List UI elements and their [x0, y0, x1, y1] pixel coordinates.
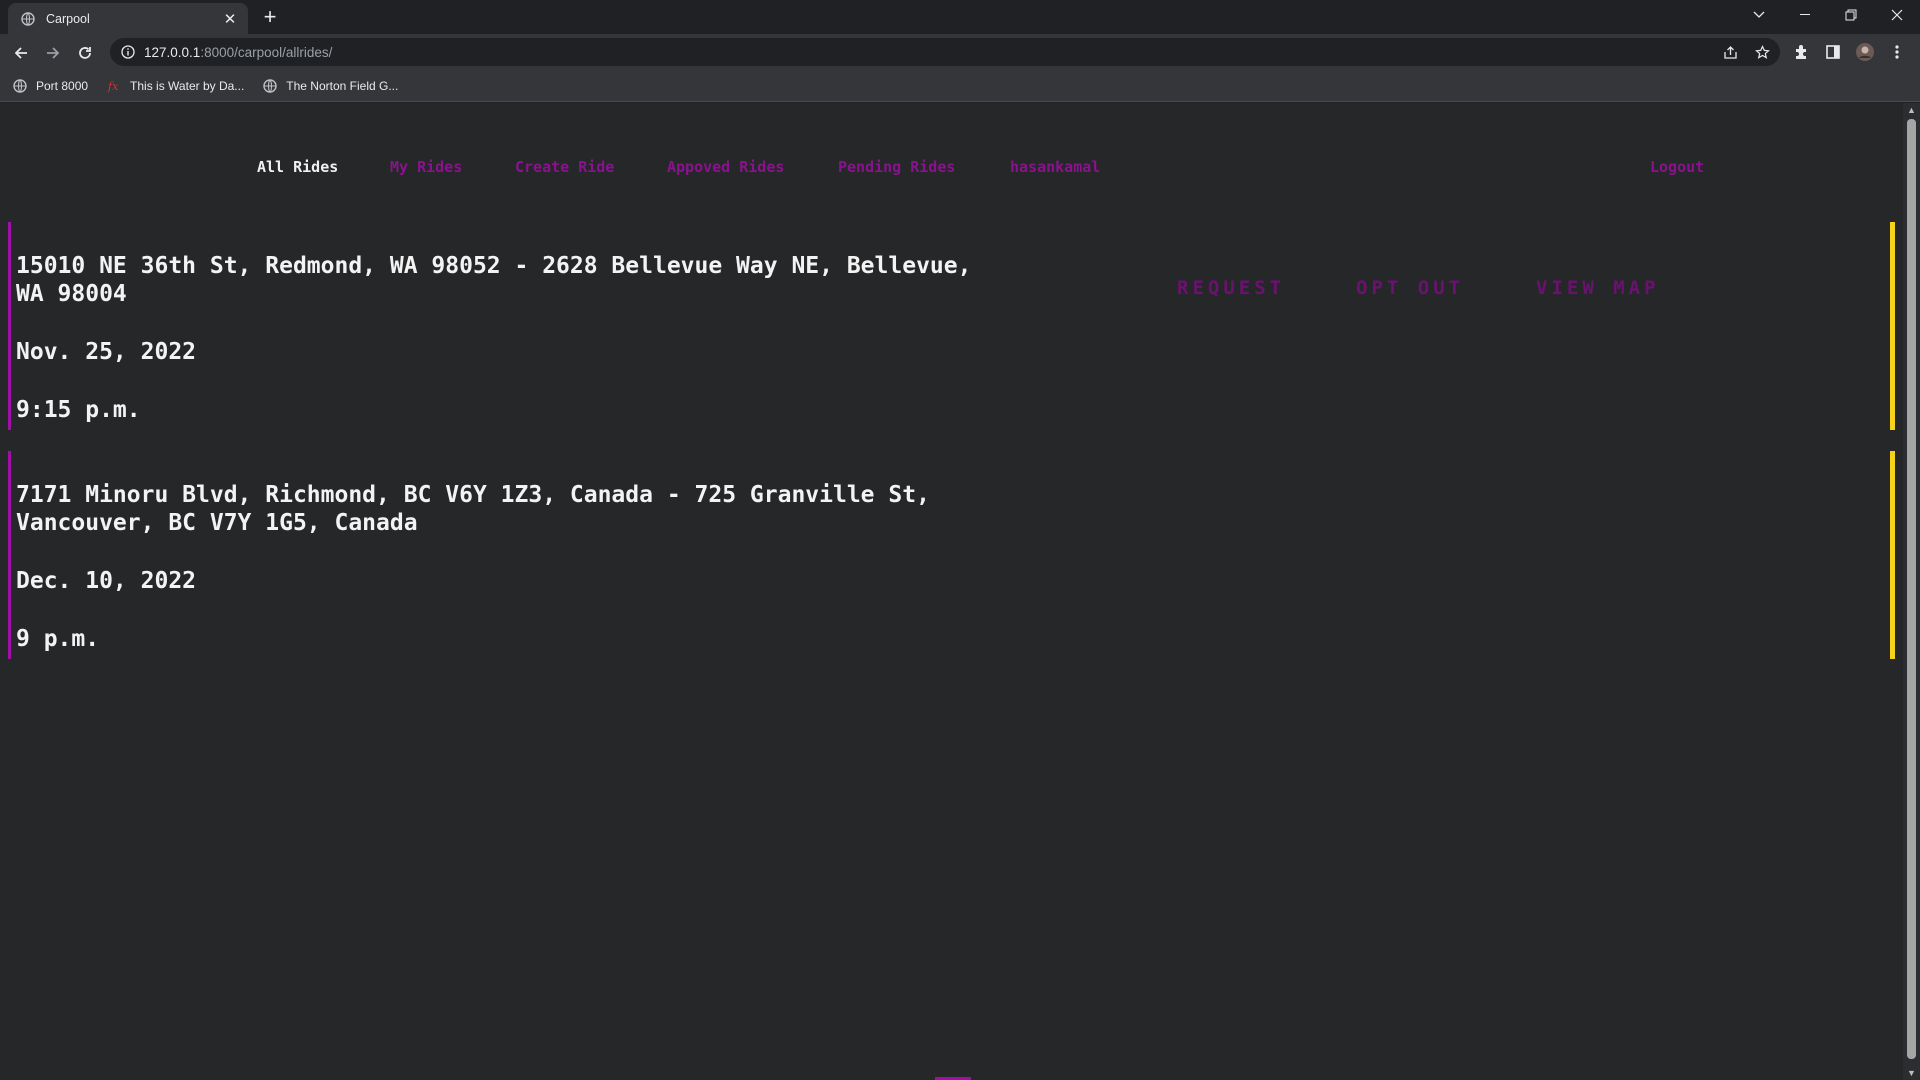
ride-date: Nov. 25, 2022 — [16, 339, 197, 365]
ride-card-left-border — [8, 222, 11, 430]
opt-out-button[interactable]: OPT OUT — [1356, 277, 1464, 299]
bookmark-item[interactable]: Port 8000 — [12, 78, 88, 94]
minimize-icon[interactable] — [1782, 0, 1828, 30]
nav-approved-rides[interactable]: Appoved Rides — [667, 158, 784, 176]
bookmark-label: This is Water by Da... — [130, 78, 245, 93]
star-icon[interactable] — [1754, 44, 1770, 60]
scrollbar-thumb[interactable] — [1907, 119, 1916, 1059]
forward-arrow-icon[interactable] — [40, 40, 66, 66]
url-path: :8000/carpool/allrides/ — [200, 44, 333, 60]
vertical-scrollbar[interactable]: ▲ ▼ — [1903, 103, 1920, 1080]
ride-date: Dec. 10, 2022 — [16, 568, 197, 594]
bookmarks-bar: Port 8000 fx This is Water by Da... The … — [0, 70, 1920, 102]
view-map-button[interactable]: VIEW MAP — [1536, 277, 1660, 299]
site-info-icon[interactable] — [120, 44, 136, 60]
nav-create-ride[interactable]: Create Ride — [515, 158, 614, 176]
scroll-up-icon[interactable]: ▲ — [1903, 103, 1920, 117]
extensions-puzzle-icon[interactable] — [1790, 41, 1812, 63]
globe-icon — [262, 78, 278, 94]
browser-toolbar: 127.0.0.1:8000/carpool/allrides/ — [0, 34, 1920, 70]
side-panel-icon[interactable] — [1822, 41, 1844, 63]
nav-all-rides[interactable]: All Rides — [257, 158, 338, 176]
bookmark-label: The Norton Field G... — [286, 78, 399, 93]
ride-card-right-border — [1890, 222, 1895, 430]
tab-title: Carpool — [46, 11, 90, 26]
page-content: All Rides My Rides Create Ride Appoved R… — [0, 103, 1903, 1080]
tab-strip: Carpool ✕ + — [0, 0, 1920, 34]
address-bar[interactable]: 127.0.0.1:8000/carpool/allrides/ — [110, 38, 1780, 66]
ride-details: 15010 NE 36th St, Redmond, WA 98052 - 26… — [16, 252, 976, 424]
kebab-menu-icon[interactable] — [1886, 41, 1908, 63]
ride-card-left-border — [8, 451, 11, 659]
ride-details: 7171 Minoru Blvd, Richmond, BC V6Y 1Z3, … — [16, 481, 976, 653]
close-window-icon[interactable] — [1874, 0, 1920, 30]
request-button[interactable]: REQUEST — [1177, 277, 1285, 299]
globe-icon — [12, 78, 28, 94]
globe-icon — [20, 11, 36, 27]
profile-avatar-icon[interactable] — [1854, 41, 1876, 63]
back-arrow-icon[interactable] — [8, 40, 34, 66]
svg-text:fx: fx — [107, 80, 119, 93]
url-host: 127.0.0.1 — [144, 44, 201, 60]
nav-logout[interactable]: Logout — [1650, 158, 1704, 176]
ride-time: 9:15 p.m. — [16, 397, 141, 423]
restore-icon[interactable] — [1828, 0, 1874, 30]
browser-tab[interactable]: Carpool ✕ — [8, 3, 248, 34]
bookmark-label: Port 8000 — [36, 78, 89, 93]
nav-username[interactable]: hasankamal — [1010, 158, 1100, 176]
tab-search-icon[interactable] — [1736, 0, 1782, 30]
ride-route: 15010 NE 36th St, Redmond, WA 98052 - 26… — [16, 253, 972, 307]
scroll-down-icon[interactable]: ▼ — [1903, 1066, 1920, 1080]
close-icon[interactable]: ✕ — [222, 10, 238, 28]
nav-my-rides[interactable]: My Rides — [390, 158, 462, 176]
ride-card: 15010 NE 36th St, Redmond, WA 98052 - 26… — [8, 222, 1895, 430]
nav-pending-rides[interactable]: Pending Rides — [838, 158, 955, 176]
fx-icon: fx — [106, 78, 122, 94]
ride-route: 7171 Minoru Blvd, Richmond, BC V6Y 1Z3, … — [16, 482, 930, 536]
ride-card-right-border — [1890, 451, 1895, 659]
ride-card: 7171 Minoru Blvd, Richmond, BC V6Y 1Z3, … — [8, 451, 1895, 659]
bookmark-item[interactable]: The Norton Field G... — [262, 78, 398, 94]
ride-time: 9 p.m. — [16, 626, 100, 652]
bookmark-item[interactable]: fx This is Water by Da... — [106, 78, 244, 94]
reload-icon[interactable] — [72, 40, 98, 66]
new-tab-button[interactable]: + — [258, 6, 282, 30]
share-icon[interactable] — [1722, 44, 1738, 60]
